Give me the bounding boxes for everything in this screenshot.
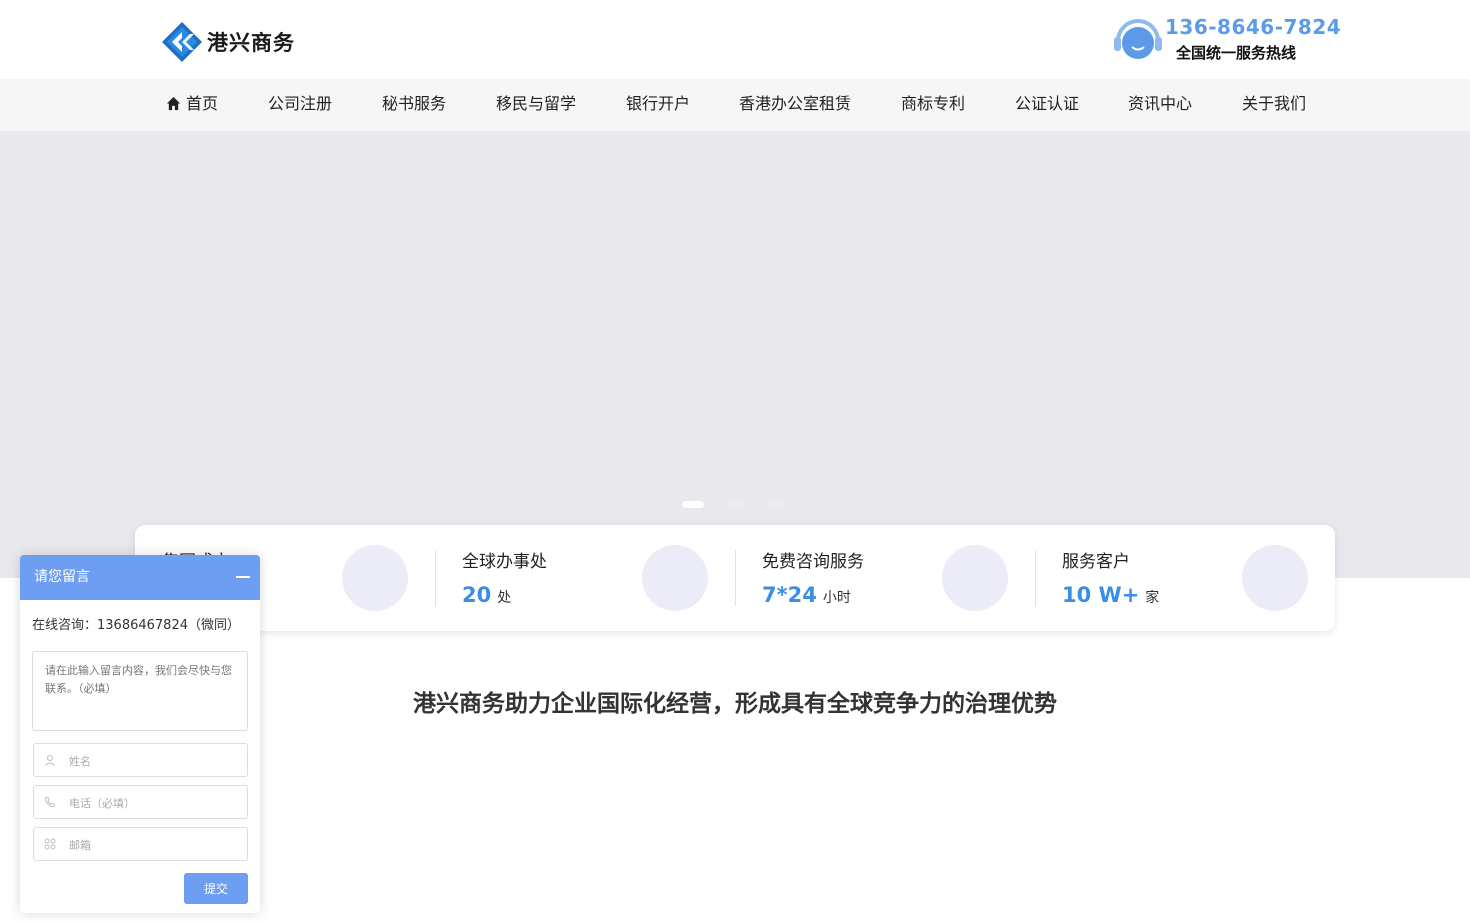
stat-unit: 家 [1145,590,1160,606]
logo[interactable]: 港兴商务 [161,21,295,63]
stat-number: 20 [462,583,492,607]
name-input[interactable] [69,752,239,770]
phone-icon [44,797,55,808]
divider [435,550,436,606]
stat-icon [342,545,408,611]
nav-item-home[interactable]: 首页 [166,79,218,131]
stat-title: 服务客户 [1062,552,1130,572]
stat-title: 免费咨询服务 [762,552,864,572]
email-input[interactable] [69,836,239,854]
nav-item-trademark-patent[interactable]: 商标专利 [901,79,965,131]
nav-item-notarization[interactable]: 公证认证 [1015,79,1079,131]
phone-input[interactable] [69,794,239,812]
message-textarea[interactable] [32,651,248,731]
stat-item: 免费咨询服务 7*24 小时 [735,525,1035,631]
divider [1035,550,1036,606]
slider-dot[interactable] [724,501,746,508]
nav-item-company-registration[interactable]: 公司注册 [268,79,332,131]
stat-icon [1242,545,1308,611]
nav-item-secretary-service[interactable]: 秘书服务 [382,79,446,131]
message-widget: 请您留言 在线咨询：13686467824（微同） 提交 [20,555,260,913]
message-widget-title: 请您留言 [34,569,90,585]
stat-value: 20 处 [462,583,511,607]
slider-dot[interactable] [682,501,704,508]
nav-item-bank-account[interactable]: 银行开户 [626,79,690,131]
home-icon [166,96,181,110]
stat-item: 全球办事处 20 处 [435,525,735,631]
headset-icon [1114,19,1162,59]
stat-icon [942,545,1008,611]
logo-icon [162,22,202,62]
phone-field[interactable] [33,785,248,819]
stat-value: 7*24 小时 [762,583,851,607]
name-field[interactable] [33,743,248,777]
submit-button[interactable]: 提交 [184,873,248,904]
slider-dot[interactable] [766,501,788,508]
nav-item-immigration-study[interactable]: 移民与留学 [496,79,576,131]
stat-unit: 处 [497,590,512,606]
stat-number: 7*24 [762,583,817,607]
stat-icon [642,545,708,611]
nav-item-label: 首页 [186,94,219,113]
divider [735,550,736,606]
site-header: 港兴商务 136-8646-7824 全国统一服务热线 [0,0,1470,79]
hotline-number[interactable]: 136-8646-7824 [1165,15,1341,39]
message-widget-header: 请您留言 [20,555,260,600]
grid-icon [44,838,56,850]
stat-item: 服务客户 10 W+ 家 [1035,525,1335,631]
minimize-icon[interactable] [236,576,250,578]
stat-number: 10 W+ [1062,583,1140,607]
online-contact: 在线咨询：13686467824（微同） [32,618,240,633]
hotline-caption: 全国统一服务热线 [1176,44,1297,62]
nav-item-office-rental[interactable]: 香港办公室租赁 [739,79,851,131]
email-field[interactable] [33,827,248,861]
nav-item-news-center[interactable]: 资讯中心 [1128,79,1192,131]
main-nav: 首页 公司注册 秘书服务 移民与留学 银行开户 香港办公室租赁 商标专利 公证认… [0,79,1470,131]
stat-title: 全球办事处 [462,552,547,572]
logo-text: 港兴商务 [207,30,295,55]
slider-pagination [682,501,788,508]
hotline: 136-8646-7824 全国统一服务热线 [1112,15,1341,65]
hero-banner [0,131,1470,578]
stat-value: 10 W+ 家 [1062,583,1159,607]
stats-card: 集团成立 全球办事处 20处 免费咨询服务 7*24小时 服务客户 10 W+家 [135,525,1335,631]
user-icon [45,755,55,766]
stat-unit: 小时 [822,590,851,606]
nav-item-about-us[interactable]: 关于我们 [1242,79,1306,131]
